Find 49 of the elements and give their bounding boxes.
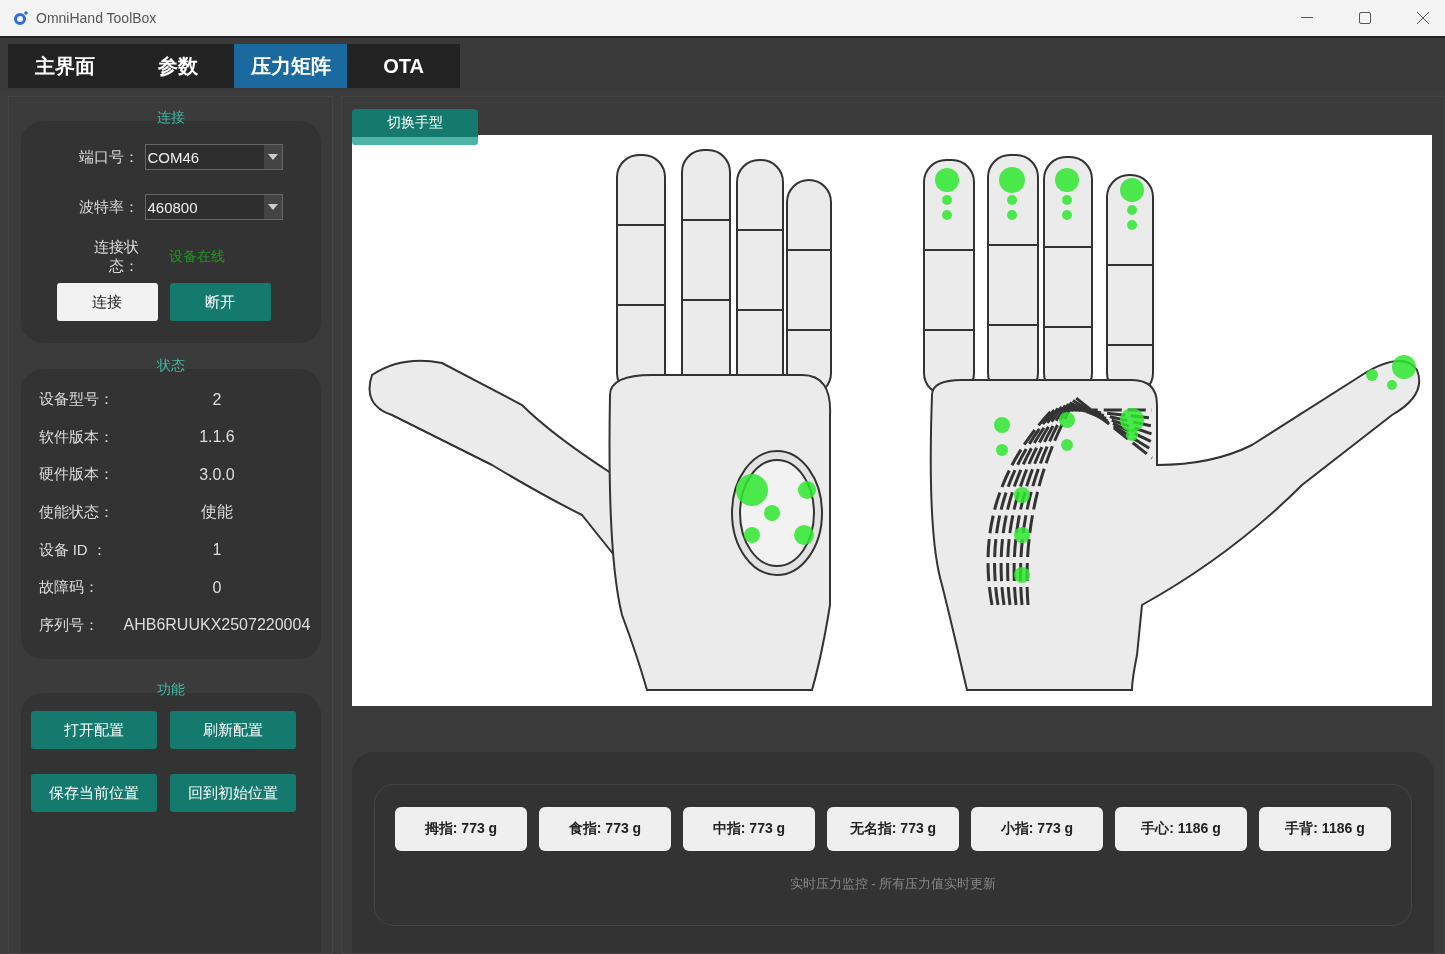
app-logo-icon <box>14 11 28 25</box>
connect-button[interactable]: 连接 <box>56 283 158 321</box>
tab[interactable]: OTA <box>347 44 460 88</box>
section-title: 功能 <box>156 681 185 699</box>
info-label: 序列号： <box>38 615 100 635</box>
section-title: 状态 <box>156 357 185 375</box>
info-label: 设备型号： <box>38 390 115 410</box>
tab[interactable]: 压力矩阵 <box>234 44 347 88</box>
pressure-reading: 中指: 773 g <box>683 807 815 851</box>
tab[interactable]: 参数 <box>121 44 234 88</box>
tab[interactable]: 主界面 <box>8 44 121 88</box>
caret-icon <box>267 154 278 160</box>
pressure-reading: 手背: 1186 g <box>1259 807 1391 851</box>
pressure-reading: 手心: 1186 g <box>1115 807 1247 851</box>
switch-hand-button[interactable]: 切换手型 <box>352 109 478 145</box>
pressure-reading: 食指: 773 g <box>539 807 671 851</box>
info-value: 1.1.6 <box>198 428 236 447</box>
maximize-icon[interactable] <box>1359 12 1371 24</box>
info-value: 2 <box>211 390 223 409</box>
info-label: 设备 ID ： <box>38 540 108 560</box>
field-label: 波特率： <box>77 197 139 217</box>
caret-icon <box>267 204 278 210</box>
info-label: 硬件版本： <box>38 465 115 485</box>
function-button[interactable]: 刷新配置 <box>169 711 296 749</box>
info-value: 3.0.0 <box>198 466 236 484</box>
section-title: 连接 <box>156 109 185 127</box>
info-label: 使能状态： <box>38 503 115 523</box>
info-value: 0 <box>211 578 223 597</box>
info-value: 1 <box>211 541 223 560</box>
function-button[interactable]: 回到初始位置 <box>169 774 296 812</box>
function-button[interactable]: 打开配置 <box>30 711 157 749</box>
status-text: 设备在线 <box>168 248 225 266</box>
dropdown[interactable]: 460800 <box>144 194 283 220</box>
field-label: 端口号： <box>77 147 139 167</box>
info-value: AHB6RUUKX2507220004 <box>122 616 312 635</box>
info-label: 故障码： <box>38 578 100 598</box>
pressure-reading: 无名指: 773 g <box>827 807 959 851</box>
close-icon[interactable] <box>1417 12 1429 24</box>
minimize-icon[interactable] <box>1301 17 1313 19</box>
pressure-reading: 拇指: 773 g <box>395 807 527 851</box>
info-value: 使能 <box>199 502 234 523</box>
window-title: OmniHand ToolBox <box>36 10 157 26</box>
connect-button[interactable]: 断开 <box>169 283 271 321</box>
pressure-reading: 小指: 773 g <box>971 807 1103 851</box>
monitor-note: 实时压力监控 - 所有压力值实时更新 <box>788 875 998 893</box>
dropdown[interactable]: COM46 <box>144 144 283 170</box>
info-label: 软件版本： <box>38 427 115 447</box>
function-button[interactable]: 保存当前位置 <box>30 774 157 812</box>
field-label: 连接状态： <box>92 238 139 276</box>
